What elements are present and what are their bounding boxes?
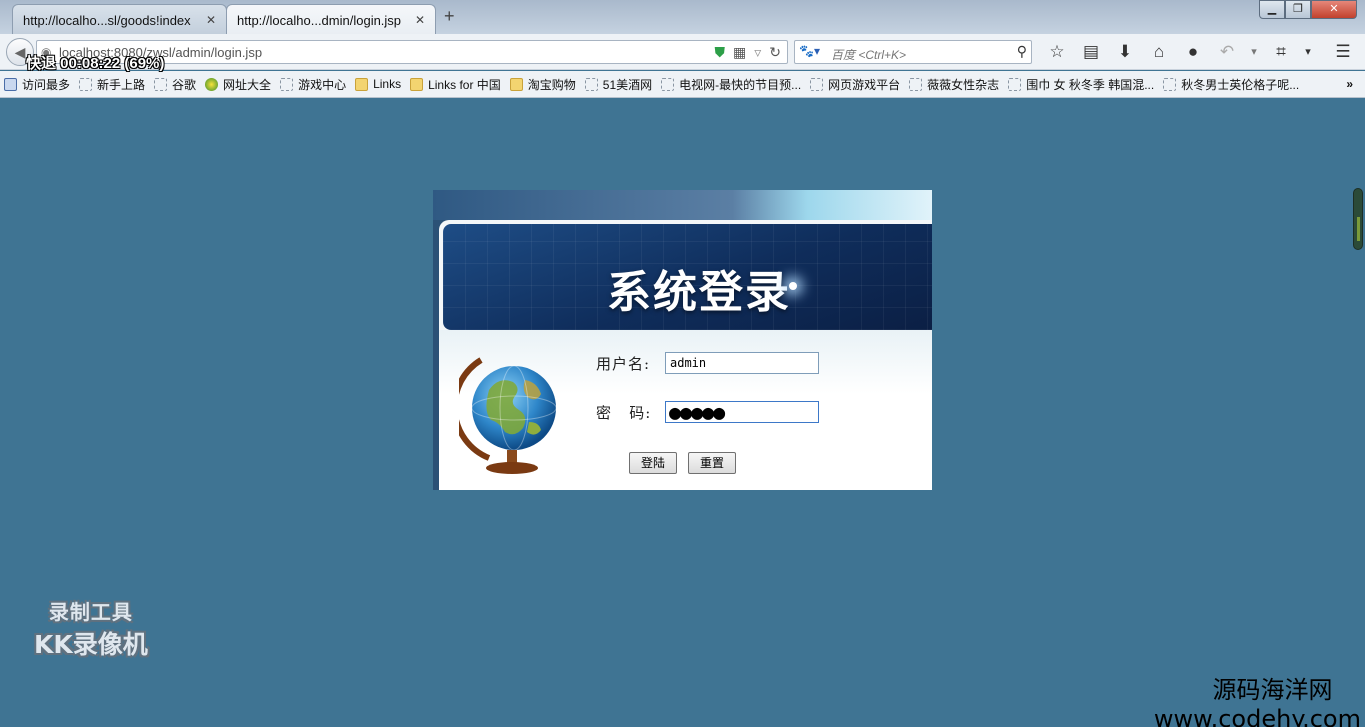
close-tab-icon[interactable]: ✕ xyxy=(206,13,216,27)
bookmark-label: 谷歌 xyxy=(172,77,197,92)
bookmark-label: 访问最多 xyxy=(22,77,71,92)
bookmark-label: 新手上路 xyxy=(97,77,146,92)
close-tab-icon[interactable]: ✕ xyxy=(415,13,425,27)
reload-icon[interactable]: ↻ xyxy=(769,44,781,61)
username-input[interactable]: admin xyxy=(665,352,819,374)
tab-title: http://localho...sl/goods!index xyxy=(23,13,191,28)
login-title: 系统登录 xyxy=(607,267,791,318)
bookmark-item[interactable]: 网址大全 xyxy=(205,76,271,93)
scroll-indicator[interactable] xyxy=(1353,188,1363,250)
page-icon xyxy=(909,77,923,91)
bookmark-label: 网页游戏平台 xyxy=(828,77,901,92)
bookmark-label: 51美酒网 xyxy=(602,77,653,92)
bookmark-item[interactable]: 围巾 女 秋冬季 韩国混... xyxy=(1008,76,1154,93)
qr-code-icon[interactable]: ▦ xyxy=(733,44,746,61)
search-placeholder: 百度 <Ctrl+K> xyxy=(831,48,907,62)
bookmark-item[interactable]: 电视网-最快的节目预... xyxy=(661,76,801,93)
page-icon xyxy=(1008,77,1022,91)
bookmarks-bar: 访问最多 新手上路 谷歌 网址大全 游戏中心 Links Links for 中… xyxy=(0,71,1365,98)
recorder-watermark: 录制工具 KK录像机 xyxy=(34,596,148,661)
crop-icon[interactable]: ⌗ xyxy=(1264,40,1298,64)
bookmark-item[interactable]: 网页游戏平台 xyxy=(810,76,900,93)
shield-icon[interactable]: ⛊ xyxy=(715,44,726,61)
bookmark-folder[interactable]: Links for 中国 xyxy=(410,76,501,93)
login-panel: 系统登录 用户名: admin 密 码: ●●●●● 登陆 重置 xyxy=(433,190,932,490)
bookmark-folder[interactable]: Links xyxy=(355,77,401,91)
bookmark-label: 淘宝购物 xyxy=(527,77,576,92)
page-icon xyxy=(154,77,168,91)
address-bar-icons: ⛊ ▦ ▿ ↻ xyxy=(715,44,782,61)
page-icon xyxy=(810,77,824,91)
site-watermark: 源码海洋网 www.codehy.com xyxy=(1154,670,1361,727)
password-input[interactable]: ●●●●● xyxy=(665,401,819,423)
minimize-icon[interactable]: ▁ xyxy=(1259,0,1285,19)
tab-admin-login[interactable]: http://localho...dmin/login.jsp ✕ xyxy=(226,4,436,34)
new-tab-icon[interactable]: + xyxy=(444,6,455,27)
bookmark-item[interactable]: 新手上路 xyxy=(79,76,145,93)
folder-icon xyxy=(410,77,424,91)
bookmark-item[interactable]: 秋冬男士英伦格子呢... xyxy=(1163,76,1299,93)
page-icon xyxy=(280,77,294,91)
bookmark-star-icon[interactable]: ☆ xyxy=(1040,40,1074,64)
bookmark-item[interactable]: 薇薇女性杂志 xyxy=(909,76,999,93)
password-label: 密 码: xyxy=(596,404,652,422)
bookmark-label: 网址大全 xyxy=(223,77,272,92)
chevron-down-icon[interactable]: ▾ xyxy=(1298,40,1318,64)
bookmark-label: 游戏中心 xyxy=(298,77,347,92)
reading-list-icon[interactable]: ▤ xyxy=(1074,40,1108,64)
chevron-down-icon[interactable]: ▾ xyxy=(1244,40,1264,64)
bookmark-item[interactable]: 游戏中心 xyxy=(280,76,346,93)
site-watermark-en: www.codehy.com xyxy=(1153,705,1361,727)
banner-light-icon xyxy=(789,282,797,290)
username-label: 用户名: xyxy=(596,355,651,373)
search-bar[interactable]: 🐾▾ 百度 <Ctrl+K> ⚲ xyxy=(794,40,1032,64)
bookmark-label: 薇薇女性杂志 xyxy=(927,77,1000,92)
chat-icon[interactable]: ● xyxy=(1176,40,1210,64)
reset-button[interactable]: 重置 xyxy=(688,452,736,474)
recorder-watermark-line1: 录制工具 xyxy=(48,600,133,624)
navigation-bar: ◀ ◉ localhost:8080/zwsl/admin/login.jsp … xyxy=(0,34,1365,70)
recorder-status: 快退 00:08:22 (69%) xyxy=(26,55,165,72)
window-controls: ▁ ❐ ✕ xyxy=(1259,0,1357,20)
page-icon xyxy=(1163,77,1177,91)
home-icon[interactable]: ⌂ xyxy=(1142,40,1176,64)
bookmark-label: 围巾 女 秋冬季 韩国混... xyxy=(1026,77,1155,92)
recorder-watermark-line2: KK录像机 xyxy=(34,630,148,659)
bookmark-label: Links xyxy=(373,77,402,91)
most-visited-icon xyxy=(4,77,17,91)
login-banner: 系统登录 xyxy=(443,224,932,330)
toolbar-icons: ☆ ▤ ⬇ ⌂ ● ↶ ▾ ⌗ ▾ ☰ xyxy=(1040,40,1360,64)
tab-title: http://localho...dmin/login.jsp xyxy=(237,13,402,28)
bookmark-label: 秋冬男士英伦格子呢... xyxy=(1181,77,1300,92)
bookmark-folder[interactable]: 淘宝购物 xyxy=(509,76,576,93)
page-icon xyxy=(661,77,675,91)
site-watermark-cn: 源码海洋网 xyxy=(1212,676,1333,704)
close-window-icon[interactable]: ✕ xyxy=(1311,0,1357,19)
maximize-icon[interactable]: ❐ xyxy=(1285,0,1311,19)
bookmark-item[interactable]: 谷歌 xyxy=(154,76,196,93)
folder-icon xyxy=(355,77,369,91)
tab-goods-index[interactable]: http://localho...sl/goods!index ✕ xyxy=(12,4,227,34)
page-icon xyxy=(79,77,93,91)
login-button[interactable]: 登陆 xyxy=(629,452,677,474)
folder-icon xyxy=(509,77,523,91)
undo-icon[interactable]: ↶ xyxy=(1210,40,1244,64)
page-icon xyxy=(584,77,598,91)
menu-icon[interactable]: ☰ xyxy=(1326,40,1360,64)
hao123-icon xyxy=(205,77,219,91)
globe-icon xyxy=(459,357,557,474)
search-icon[interactable]: ⚲ xyxy=(1017,43,1027,60)
bookmark-label: Links for 中国 xyxy=(428,77,501,92)
dropdown-icon[interactable]: ▿ xyxy=(754,44,761,61)
panel-top-strip xyxy=(433,190,932,220)
bookmark-item[interactable]: 访问最多 xyxy=(4,76,70,93)
bookmarks-overflow-icon[interactable]: » xyxy=(1346,77,1353,91)
bookmark-item[interactable]: 51美酒网 xyxy=(584,76,653,93)
baidu-paw-icon[interactable]: 🐾▾ xyxy=(799,44,820,58)
bookmark-label: 电视网-最快的节目预... xyxy=(679,77,802,92)
download-icon[interactable]: ⬇ xyxy=(1108,40,1142,64)
tab-bar: http://localho...sl/goods!index ✕ http:/… xyxy=(0,0,1365,34)
